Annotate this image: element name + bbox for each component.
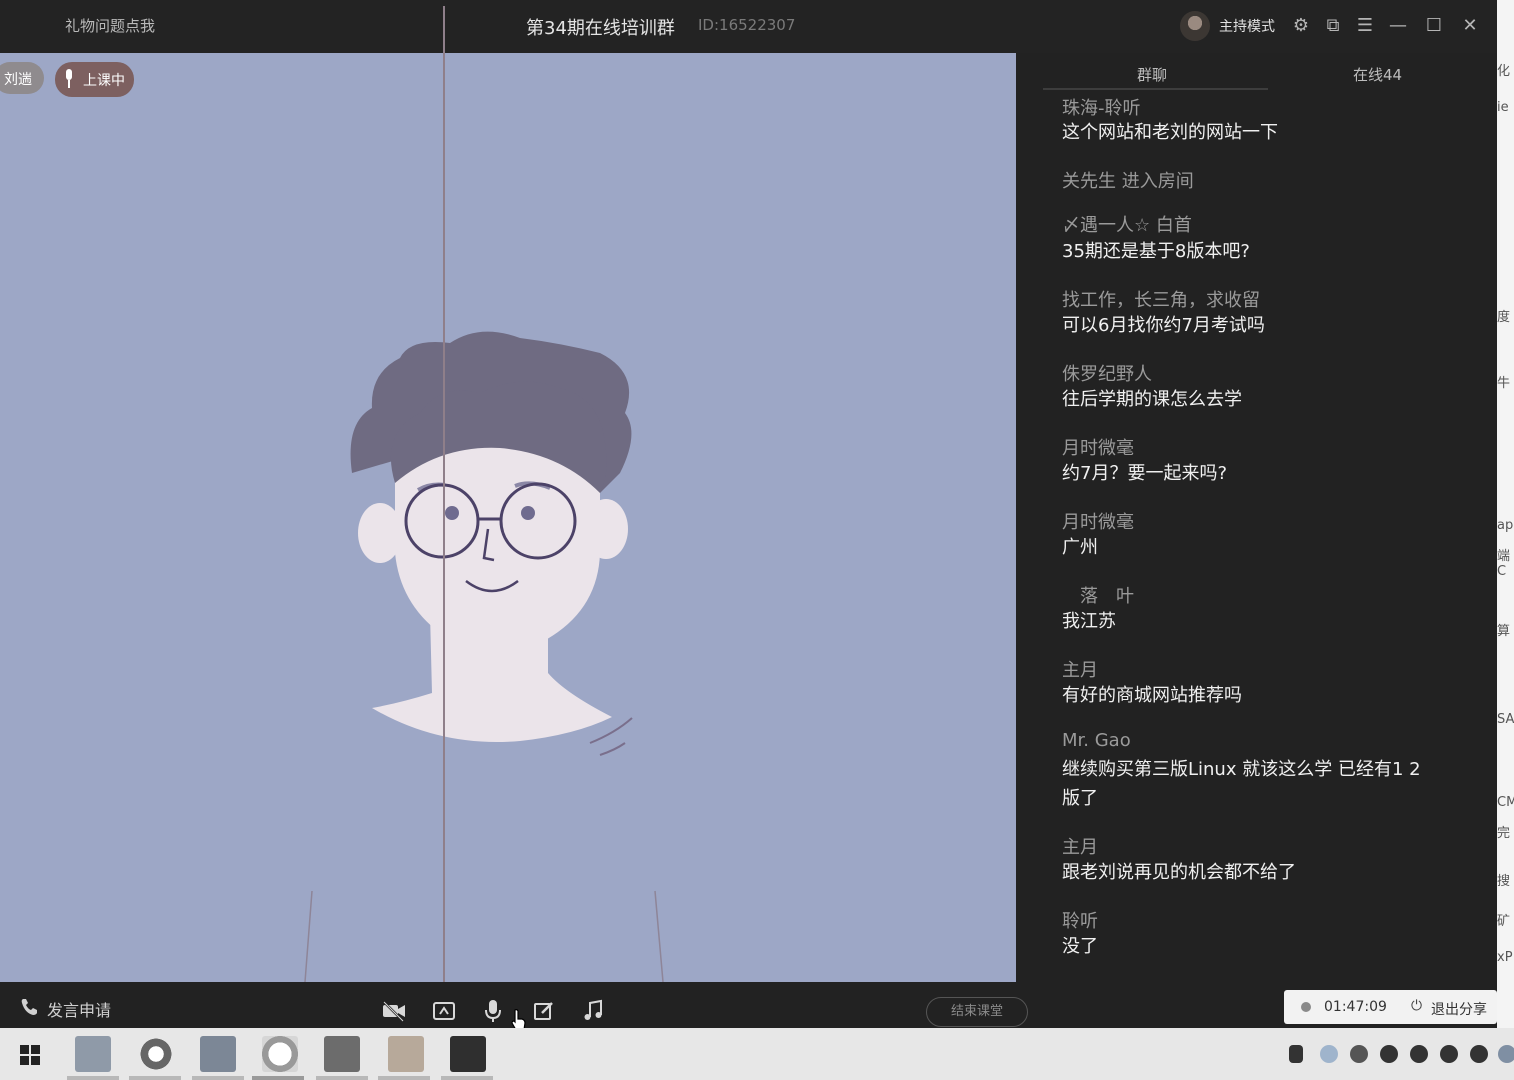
tray-qq-icon[interactable] xyxy=(1380,1045,1398,1063)
maximize-icon[interactable]: ☐ xyxy=(1422,14,1446,38)
message-sender: 月时微毫 xyxy=(1062,438,1134,459)
video-stage xyxy=(0,53,1016,982)
task-active-indicator xyxy=(316,1076,368,1080)
power-icon[interactable]: ⏻ xyxy=(1411,998,1427,1014)
file-explorer-icon[interactable] xyxy=(75,1036,111,1072)
tray-qq-icon[interactable] xyxy=(1410,1045,1428,1063)
phone-icon[interactable] xyxy=(19,997,39,1017)
strip-fragment: 矿 xyxy=(1497,914,1511,929)
gift-help-link[interactable]: 礼物问题点我 xyxy=(65,15,155,36)
message-text: 我江苏 xyxy=(1062,611,1116,632)
message-text: 没了 xyxy=(1062,936,1098,957)
message-text: 可以6月找你约7月考试吗 xyxy=(1062,315,1265,336)
speak-request-button[interactable]: 发言申请 xyxy=(47,997,111,1021)
strip-fragment: 度 xyxy=(1497,310,1511,325)
message-sender: 主月 xyxy=(1062,660,1098,681)
close-icon[interactable]: ✕ xyxy=(1458,14,1482,38)
tray-app-icon[interactable] xyxy=(1320,1045,1338,1063)
camera-off-icon[interactable] xyxy=(381,1000,407,1022)
strip-fragment: ie xyxy=(1497,100,1509,115)
background-window-strip: 化 ie 度 牛 ap 端C 算 SA CM 完 搜 矿 xP xyxy=(1497,0,1514,1040)
exit-share-button[interactable]: 退出分享 xyxy=(1431,999,1487,1019)
message-text: 约7月？要一起来吗? xyxy=(1062,463,1228,484)
task-active-indicator xyxy=(192,1076,244,1080)
message-text: 继续购买第三版Linux 就该这么学 已经有1 2 xyxy=(1062,759,1421,780)
message-sender: 月时微毫 xyxy=(1062,512,1134,533)
message-sender: 落 叶 xyxy=(1062,586,1134,607)
strip-fragment: 牛 xyxy=(1497,376,1511,391)
teacher-avatar-illustration xyxy=(304,331,664,982)
room-title: 第34期在线培训群 xyxy=(526,18,675,39)
tray-app-icon[interactable] xyxy=(1498,1045,1514,1063)
tab-underline xyxy=(1043,88,1268,90)
message-sender: Mr. Gao xyxy=(1062,730,1131,751)
message-sender: 主月 xyxy=(1062,837,1098,858)
tray-qq-icon[interactable] xyxy=(1440,1045,1458,1063)
message-sender: 〆遇一人☆ 白首 xyxy=(1062,215,1192,236)
host-mode-label[interactable]: 主持模式 xyxy=(1219,16,1275,36)
system-message: 关先生 进入房间 xyxy=(1062,171,1194,192)
message-text-continued: 版了 xyxy=(1062,788,1098,809)
message-text: 35期还是基于8版本吧? xyxy=(1062,241,1250,262)
window-divider xyxy=(443,6,445,1028)
elapsed-timer: 01:47:09 xyxy=(1324,999,1387,1015)
task-active-indicator xyxy=(441,1076,493,1080)
message-text: 跟老刘说再见的机会都不给了 xyxy=(1062,862,1296,883)
windows-start-icon[interactable] xyxy=(20,1045,40,1065)
window-switcher-icon[interactable] xyxy=(200,1036,236,1072)
menu-icon[interactable]: ☰ xyxy=(1353,14,1377,38)
browser-icon[interactable] xyxy=(138,1036,174,1072)
control-bar xyxy=(0,982,1497,1028)
message-sender: 珠海-聆听 xyxy=(1062,98,1141,119)
message-sender: 侏罗纪野人 xyxy=(1062,364,1152,385)
minimize-icon[interactable]: — xyxy=(1386,14,1410,38)
chat-app-icon[interactable] xyxy=(262,1036,298,1072)
editor-app-icon[interactable] xyxy=(324,1036,360,1072)
popout-icon[interactable]: ⧉ xyxy=(1321,14,1345,38)
teacher-name-tag: 刘遄 xyxy=(0,62,44,94)
music-icon[interactable] xyxy=(582,999,604,1023)
strip-fragment: 端C xyxy=(1497,549,1511,579)
message-text: 这个网站和老刘的网站一下 xyxy=(1062,122,1278,143)
room-id: ID:16522307 xyxy=(698,16,796,34)
classroom-app-icon[interactable] xyxy=(450,1036,486,1072)
strip-fragment: SA xyxy=(1497,712,1514,727)
task-active-indicator xyxy=(252,1076,304,1080)
record-indicator-icon xyxy=(1301,1002,1311,1012)
strip-fragment: 化 xyxy=(1497,64,1511,79)
paint-app-icon[interactable] xyxy=(388,1036,424,1072)
screen-share-icon[interactable] xyxy=(432,1000,456,1022)
tab-online[interactable]: 在线44 xyxy=(1353,64,1402,85)
strip-fragment: xP xyxy=(1497,950,1513,965)
host-avatar[interactable] xyxy=(1180,11,1210,41)
tab-group-chat[interactable]: 群聊 xyxy=(1137,64,1167,85)
microphone-icon xyxy=(66,69,72,88)
strip-fragment: 搜 xyxy=(1497,874,1511,889)
microphone-icon[interactable] xyxy=(484,998,502,1024)
task-active-indicator xyxy=(378,1076,430,1080)
message-text: 广州 xyxy=(1062,537,1098,558)
task-active-indicator xyxy=(129,1076,181,1080)
tray-mic-icon[interactable] xyxy=(1289,1045,1303,1063)
tray-qq-icon[interactable] xyxy=(1470,1045,1488,1063)
edit-icon[interactable] xyxy=(533,1000,555,1022)
message-text: 往后学期的课怎么去学 xyxy=(1062,389,1242,410)
settings-icon[interactable]: ⚙ xyxy=(1289,14,1313,38)
message-text: 有好的商城网站推荐吗 xyxy=(1062,685,1242,706)
strip-fragment: ap xyxy=(1497,518,1514,533)
end-class-button[interactable]: 结束课堂 xyxy=(926,997,1028,1027)
strip-fragment: 算 xyxy=(1497,624,1511,639)
strip-fragment: 完 xyxy=(1497,826,1511,841)
task-active-indicator xyxy=(67,1076,119,1080)
message-sender: 找工作，长三角，求收留 xyxy=(1062,290,1260,311)
tray-app-icon[interactable] xyxy=(1350,1045,1368,1063)
strip-fragment: CM xyxy=(1497,795,1514,810)
message-sender: 聆听 xyxy=(1062,911,1098,932)
